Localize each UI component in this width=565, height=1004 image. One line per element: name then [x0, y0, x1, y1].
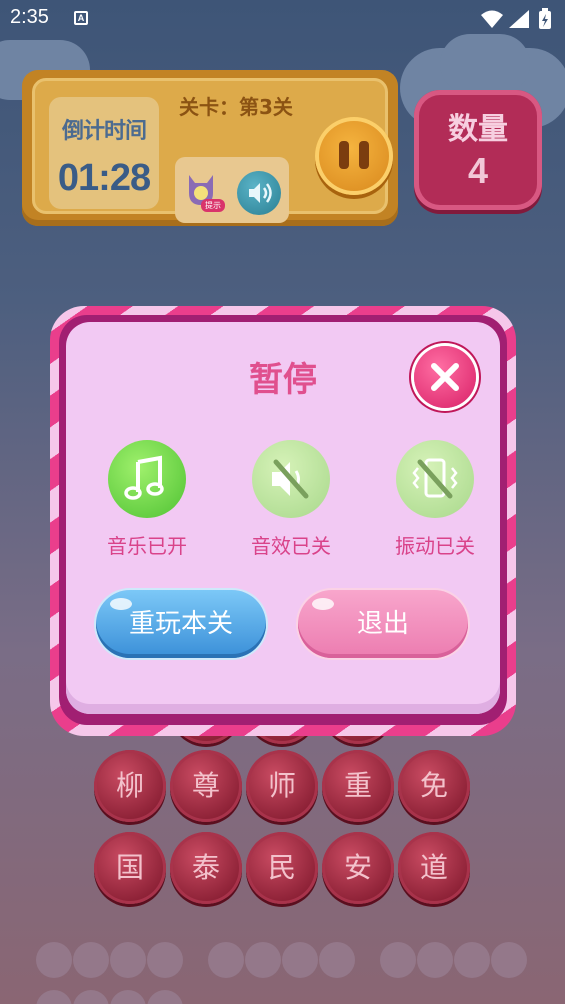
hint-tag: 提示	[201, 199, 225, 212]
pause-icon-bar	[359, 141, 369, 169]
replay-button-label: 重玩本关	[128, 609, 233, 639]
board-tile[interactable]: 师	[246, 750, 318, 822]
music-note-icon	[124, 455, 164, 500]
close-button[interactable]	[414, 346, 476, 408]
tool-box: 提示	[175, 157, 289, 223]
battery-icon	[539, 8, 551, 29]
replay-button[interactable]: 重玩本关	[96, 590, 266, 658]
count-panel: 数量 4	[414, 90, 542, 210]
answer-slot	[73, 942, 109, 978]
cloud-right-top	[440, 34, 530, 94]
exit-button[interactable]: 退出	[298, 590, 468, 658]
vibration-off-icon	[412, 458, 458, 499]
pause-icon	[339, 141, 349, 169]
vibration-toggle[interactable]: 振动已关	[380, 440, 490, 570]
music-toggle[interactable]: 音乐已开	[92, 440, 202, 570]
count-label: 数量	[448, 112, 508, 147]
board-tile[interactable]: 道	[398, 832, 470, 904]
timer-label: 倒计时间	[61, 119, 147, 144]
pause-button[interactable]	[315, 117, 393, 195]
answer-slot	[282, 942, 318, 978]
answer-slot	[110, 990, 146, 1004]
answer-slot	[417, 942, 453, 978]
answer-slot	[491, 942, 527, 978]
status-a-icon: A	[74, 11, 88, 25]
board-tile[interactable]: 安	[322, 832, 394, 904]
board-tile[interactable]: 民	[246, 832, 318, 904]
board-tile[interactable]: 柳	[94, 750, 166, 822]
answer-slot	[73, 990, 109, 1004]
timer-value: 01:28	[57, 157, 151, 199]
exit-button-gloss	[312, 598, 334, 610]
answer-slot	[380, 942, 416, 978]
dialog-body: 暂停 音乐已开 音效已关 振动已关 重玩本关 退出	[66, 322, 500, 714]
board-tile[interactable]: 国	[94, 832, 166, 904]
answer-slot	[36, 942, 72, 978]
level-label: 关卡：第3关	[179, 95, 293, 119]
replay-button-gloss	[110, 598, 132, 610]
speaker-muted-icon	[272, 459, 309, 499]
signal-icon	[509, 10, 529, 28]
board-tile[interactable]: 免	[398, 750, 470, 822]
sound-toggle-label: 音效已关	[251, 534, 331, 558]
answer-slot	[147, 990, 183, 1004]
answer-slot	[319, 942, 355, 978]
vibration-toggle-circle	[396, 440, 474, 518]
board-tile[interactable]: 尊	[170, 750, 242, 822]
answer-slot	[36, 990, 72, 1004]
status-icons	[481, 8, 551, 29]
count-value: 4	[467, 150, 489, 191]
answer-slot	[245, 942, 281, 978]
answer-slot	[147, 942, 183, 978]
dialog-frame: 暂停 音乐已开 音效已关 振动已关 重玩本关 退出	[59, 315, 507, 725]
header-inner: 倒计时间 01:28 关卡：第3关 提示	[32, 78, 393, 223]
board-tile[interactable]: 重	[322, 750, 394, 822]
music-toggle-circle	[108, 440, 186, 518]
wifi-icon	[481, 10, 503, 28]
exit-button-label: 退出	[356, 609, 409, 639]
vibration-toggle-label: 振动已关	[395, 534, 475, 558]
answer-slot	[208, 942, 244, 978]
sound-button[interactable]	[237, 171, 281, 215]
close-icon	[431, 363, 459, 391]
board-tile[interactable]: 泰	[170, 832, 242, 904]
sound-toggle-circle	[252, 440, 330, 518]
answer-slot	[110, 942, 146, 978]
status-time: 2:35	[10, 6, 49, 28]
answer-slot	[454, 942, 490, 978]
status-bar: 2:35 A	[0, 0, 565, 38]
pause-dialog: 暂停 音乐已开 音效已关 振动已关 重玩本关 退出	[50, 306, 516, 736]
sound-toggle[interactable]: 音效已关	[236, 440, 346, 570]
music-toggle-label: 音乐已开	[107, 534, 187, 558]
speaker-icon	[249, 183, 272, 203]
timer-box: 倒计时间 01:28	[49, 97, 159, 209]
header-panel: 倒计时间 01:28 关卡：第3关 提示	[22, 70, 398, 226]
